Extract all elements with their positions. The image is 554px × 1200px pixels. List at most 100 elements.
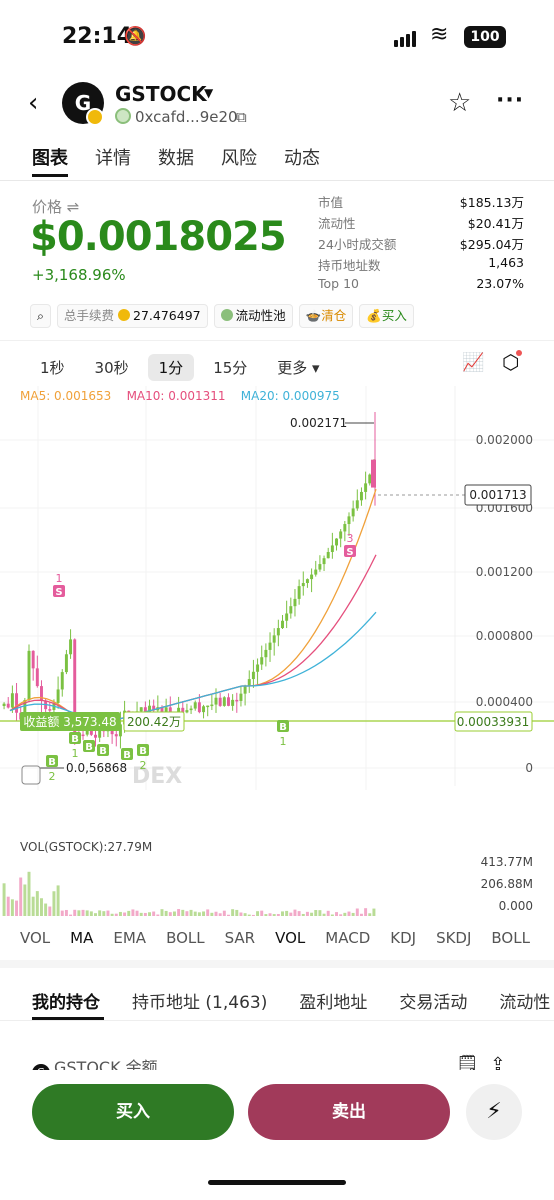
tab-data[interactable]: 数据 <box>158 144 194 170</box>
token-name[interactable]: GSTOCK <box>115 82 207 106</box>
ind-boll-sub[interactable]: BOLL <box>491 929 530 947</box>
signal-icon <box>394 28 418 47</box>
price-chart[interactable]: 0.0020000.0016000.0012000.0008000.000400… <box>0 386 554 806</box>
chip-row: ⌕ 总手续费 27.476497 流动性池 🍲清仓 💰买入 <box>30 304 420 328</box>
ind-macd[interactable]: MACD <box>325 929 370 947</box>
volume-bar <box>343 912 347 916</box>
star-icon[interactable]: ☆ <box>448 88 471 118</box>
tf-1s[interactable]: 1秒 <box>40 357 65 378</box>
volume-bar <box>10 899 14 916</box>
ma10-label: MA10: 0.001311 <box>126 389 226 403</box>
fee-chip[interactable]: 总手续费 27.476497 <box>57 304 208 328</box>
tf-30s[interactable]: 30秒 <box>95 357 129 378</box>
buy-chip[interactable]: 💰买入 <box>359 304 414 328</box>
indicator-icon[interactable]: 📈 <box>462 352 484 373</box>
volume-bar <box>314 910 318 916</box>
volume-bar <box>94 913 97 916</box>
candle-body <box>243 686 247 694</box>
volume-bar <box>44 903 48 916</box>
volume-bar <box>156 914 160 916</box>
stat-holders: 持币地址数 1,463 <box>318 255 524 273</box>
volume-bar <box>35 891 39 916</box>
pool-chip[interactable]: 流动性池 <box>213 304 293 328</box>
volume-bar <box>239 912 243 916</box>
candle-body <box>371 459 376 488</box>
contract-address[interactable]: 0xcafd...9e20 <box>115 108 238 126</box>
tab-chart[interactable]: 图表 <box>32 144 68 170</box>
candle-body <box>293 598 297 607</box>
copy-icon[interactable]: ⧉ <box>236 108 247 126</box>
ind-ma[interactable]: MA <box>70 929 93 947</box>
volume-bar <box>330 914 334 916</box>
lightning-icon[interactable]: ⚡ <box>466 1084 522 1140</box>
ind-skdj[interactable]: SKDJ <box>436 929 471 947</box>
ind-boll[interactable]: BOLL <box>166 929 205 947</box>
clear-chip[interactable]: 🍲清仓 <box>298 304 354 328</box>
chevron-down-icon[interactable]: ▼ <box>204 86 213 100</box>
tab-activity[interactable]: 动态 <box>284 144 320 170</box>
mute-bell-icon: 🔕 <box>124 26 147 47</box>
candle-body <box>322 558 326 565</box>
y-tick-label: 0 <box>525 761 533 775</box>
candle-body <box>218 697 222 706</box>
y-tick-label: 0.002000 <box>476 433 533 447</box>
tab-my-holdings[interactable]: 我的持仓 <box>32 988 100 1013</box>
volume-bar <box>102 911 106 916</box>
trade-marker-count: 1 <box>56 572 63 585</box>
candle-body <box>189 708 193 711</box>
volume-bar <box>89 911 93 916</box>
candle-body <box>364 483 368 492</box>
back-icon[interactable]: ‹ <box>28 88 38 118</box>
detail-tabs: 图表 详情 数据 风险 动态 <box>32 144 347 170</box>
volume-bar <box>235 909 239 916</box>
volume-bar <box>56 885 60 916</box>
notification-dot <box>516 350 522 356</box>
volume-bar <box>364 908 368 916</box>
ind-vol[interactable]: VOL <box>20 929 50 947</box>
volume-bar <box>243 913 247 916</box>
volume-bar <box>48 906 52 916</box>
status-time: 22:14 <box>62 24 133 49</box>
pool-icon <box>220 309 233 321</box>
candle-body <box>193 702 197 709</box>
volume-bar <box>85 910 89 916</box>
volume-bar <box>2 883 6 916</box>
tab-profit-addresses[interactable]: 盈利地址 <box>299 988 367 1013</box>
volume-chart: 413.77M 206.88M 0.000 <box>2 855 533 916</box>
tf-15m[interactable]: 15分 <box>213 357 247 378</box>
trade-marker-letter: B <box>123 750 131 761</box>
trade-marker-count: 3 <box>347 532 354 545</box>
tab-details[interactable]: 详情 <box>95 144 131 170</box>
volume-bar <box>326 910 330 916</box>
candle-body <box>81 734 85 737</box>
tab-liquidity[interactable]: 流动性 <box>499 988 550 1013</box>
candle-body <box>305 579 309 584</box>
search-chip[interactable]: ⌕ <box>30 304 52 328</box>
ma5-line <box>9 488 377 725</box>
tf-more[interactable]: 更多 ▾ <box>277 357 319 378</box>
pnl-price: 0.00033931 <box>457 715 530 729</box>
volume-bar <box>227 914 230 916</box>
candle-body <box>318 564 322 570</box>
wifi-icon: ≋ <box>430 22 449 47</box>
candle-body <box>214 697 218 705</box>
tf-1m[interactable]: 1分 <box>147 354 195 381</box>
candle-body <box>31 650 35 669</box>
volume-bar <box>197 912 201 916</box>
y-tick-label: 0.000800 <box>476 629 533 643</box>
volume-bar <box>372 908 376 916</box>
ind-ema[interactable]: EMA <box>113 929 146 947</box>
tab-holders[interactable]: 持币地址 (1,463) <box>132 988 267 1013</box>
volume-bar <box>127 910 131 916</box>
more-icon[interactable]: ··· <box>496 88 524 113</box>
ind-vol-sub[interactable]: VOL <box>275 929 305 947</box>
sell-button[interactable]: 卖出 <box>248 1084 450 1140</box>
volume-bar <box>247 914 251 916</box>
tab-risk[interactable]: 风险 <box>221 144 257 170</box>
ind-sar[interactable]: SAR <box>225 929 255 947</box>
ind-kdj[interactable]: KDJ <box>390 929 416 947</box>
active-tab-indicator <box>32 174 68 177</box>
tab-trades[interactable]: 交易活动 <box>399 988 467 1013</box>
buy-button[interactable]: 买入 <box>32 1084 234 1140</box>
candle-body <box>60 672 64 690</box>
